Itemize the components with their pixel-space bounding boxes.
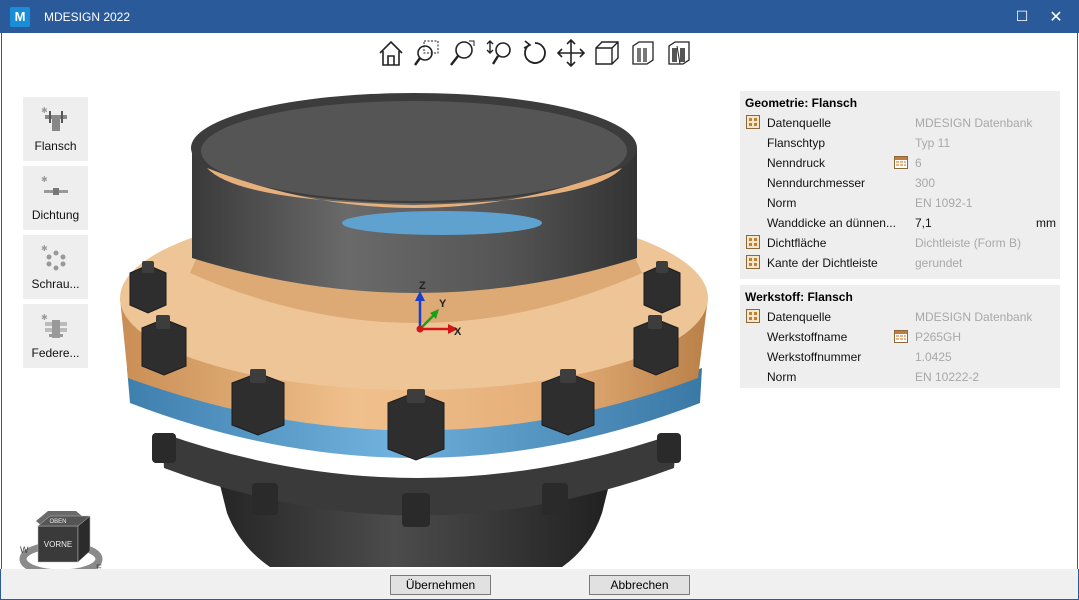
zoom-fit-icon[interactable] bbox=[446, 36, 480, 70]
prop-label: Datenquelle bbox=[767, 310, 832, 324]
section-view-2-icon[interactable] bbox=[662, 36, 696, 70]
prop-label: Werkstoffnummer bbox=[767, 350, 862, 364]
module-label: Schrau... bbox=[31, 277, 80, 291]
selection-list-icon[interactable] bbox=[746, 255, 760, 269]
prop-row-werkstoffname[interactable]: Werkstoffname P265GH bbox=[740, 327, 1060, 347]
prop-value: EN 10222-2 bbox=[915, 370, 980, 384]
svg-text:✱: ✱ bbox=[41, 106, 48, 115]
prop-label: Kante der Dichtleiste bbox=[767, 256, 878, 270]
prop-value-input[interactable]: 7,1 bbox=[915, 216, 932, 230]
zoom-window-icon[interactable] bbox=[410, 36, 444, 70]
navcube-face-label: VORNE bbox=[44, 540, 72, 549]
bolts-icon: ✱ bbox=[41, 244, 66, 271]
prop-label: Nenndurchmesser bbox=[767, 176, 866, 190]
svg-text:✱: ✱ bbox=[41, 313, 48, 322]
prop-value: Typ 11 bbox=[915, 136, 951, 150]
selection-list-icon[interactable] bbox=[746, 115, 760, 129]
prop-row-norm[interactable]: Norm EN 1092-1 bbox=[740, 193, 1060, 213]
prop-row-datenquelle[interactable]: Datenquelle MDESIGN Datenbank bbox=[740, 113, 1060, 133]
prop-row-werkstoffnummer[interactable]: Werkstoffnummer 1.0425 bbox=[740, 347, 1060, 367]
3d-viewport[interactable]: Z Y X bbox=[102, 73, 732, 567]
module-flansch[interactable]: ✱ Flansch bbox=[23, 97, 88, 161]
box-view-icon[interactable] bbox=[590, 36, 624, 70]
prop-label: Wanddicke an dünnen... bbox=[767, 216, 896, 230]
pipe-inner-gasket bbox=[342, 211, 542, 235]
panel-title: Werkstoff: Flansch bbox=[745, 290, 853, 304]
prop-value: 1.0425 bbox=[915, 350, 952, 364]
module-label: Dichtung bbox=[31, 208, 80, 222]
axis-x-label: X bbox=[454, 326, 462, 338]
flange-icon: ✱ bbox=[41, 106, 67, 131]
prop-row-datenquelle[interactable]: Datenquelle MDESIGN Datenbank bbox=[740, 307, 1060, 327]
home-view-icon[interactable] bbox=[374, 36, 408, 70]
gasket-icon: ✱ bbox=[41, 175, 68, 195]
prop-value: EN 1092-1 bbox=[915, 196, 973, 210]
geometry-panel: Geometrie: Flansch Datenquelle MDESIGN D… bbox=[740, 91, 1060, 279]
prop-value: 6 bbox=[915, 156, 922, 170]
window-title: MDESIGN 2022 bbox=[44, 9, 131, 24]
pan-icon[interactable] bbox=[554, 36, 588, 70]
prop-value: Dichtleiste (Form B) bbox=[915, 236, 1022, 250]
module-bar: ✱ Flansch ✱ Dichtung ✱ Schrau... ✱ Feder… bbox=[23, 97, 89, 373]
app-logo-icon: M bbox=[10, 6, 30, 27]
axis-z-label: Z bbox=[419, 280, 426, 292]
prop-row-kante[interactable]: Kante der Dichtleiste gerundet bbox=[740, 253, 1060, 273]
prop-value: 300 bbox=[915, 176, 936, 190]
prop-label: Datenquelle bbox=[767, 116, 832, 130]
navcube-top-label: OBEN bbox=[49, 519, 66, 525]
prop-row-nenndruck[interactable]: Nenndruck 6 bbox=[740, 153, 1060, 173]
prop-label: Norm bbox=[767, 196, 797, 210]
module-schrauben[interactable]: ✱ Schrau... bbox=[23, 235, 88, 299]
selection-list-icon[interactable] bbox=[746, 309, 760, 323]
prop-row-dichtflaeche[interactable]: Dichtfläche Dichtleiste (Form B) bbox=[740, 233, 1060, 253]
prop-row-wanddicke[interactable]: Wanddicke an dünnen... 7,1 mm bbox=[740, 213, 1060, 233]
prop-value: MDESIGN Datenbank bbox=[915, 310, 1033, 324]
cancel-button[interactable]: Abbrechen bbox=[589, 575, 690, 595]
prop-label: Werkstoffname bbox=[767, 330, 848, 344]
view-toolbar bbox=[374, 36, 696, 70]
selection-list-icon[interactable] bbox=[746, 235, 760, 249]
svg-text:✱: ✱ bbox=[41, 175, 48, 184]
prop-value: MDESIGN Datenbank bbox=[915, 116, 1033, 130]
prop-row-flanschtyp[interactable]: Flanschtyp Typ 11 bbox=[740, 133, 1060, 153]
dialog-button-bar: Übernehmen Abbrechen bbox=[0, 569, 1079, 600]
title-bar: M MDESIGN 2022 ☐ ✕ bbox=[0, 0, 1079, 33]
prop-value: gerundet bbox=[915, 256, 963, 270]
compass-west: W bbox=[20, 545, 29, 555]
main-area: ✱ Flansch ✱ Dichtung ✱ Schrau... ✱ Feder… bbox=[1, 33, 1078, 588]
prop-label: Norm bbox=[767, 370, 797, 384]
panel-title: Geometrie: Flansch bbox=[745, 96, 858, 110]
close-button[interactable]: ✕ bbox=[1039, 0, 1073, 33]
pipe-inner bbox=[201, 101, 627, 201]
prop-label: Flanschtyp bbox=[767, 136, 826, 150]
prop-value: P265GH bbox=[915, 330, 962, 344]
prop-label: Nenndruck bbox=[767, 156, 826, 170]
module-federelemente[interactable]: ✱ Federe... bbox=[23, 304, 88, 368]
zoom-dynamic-icon[interactable] bbox=[482, 36, 516, 70]
prop-unit: mm bbox=[1036, 216, 1056, 230]
prop-row-norm[interactable]: Norm EN 10222-2 bbox=[740, 367, 1060, 387]
prop-row-nenndurchmesser[interactable]: Nenndurchmesser 300 bbox=[740, 173, 1060, 193]
maximize-button[interactable]: ☐ bbox=[1005, 0, 1039, 33]
section-view-icon[interactable] bbox=[626, 36, 660, 70]
svg-text:✱: ✱ bbox=[41, 244, 48, 253]
prop-label: Dichtfläche bbox=[767, 236, 827, 250]
apply-button[interactable]: Übernehmen bbox=[390, 575, 491, 595]
module-label: Federe... bbox=[31, 346, 80, 360]
module-label: Flansch bbox=[34, 139, 77, 153]
spring-element-icon: ✱ bbox=[41, 313, 67, 338]
table-icon[interactable] bbox=[894, 156, 908, 169]
rotate-icon[interactable] bbox=[518, 36, 552, 70]
table-icon[interactable] bbox=[894, 330, 908, 343]
axis-y-label: Y bbox=[439, 298, 447, 310]
material-panel: Werkstoff: Flansch Datenquelle MDESIGN D… bbox=[740, 285, 1060, 388]
module-dichtung[interactable]: ✱ Dichtung bbox=[23, 166, 88, 230]
